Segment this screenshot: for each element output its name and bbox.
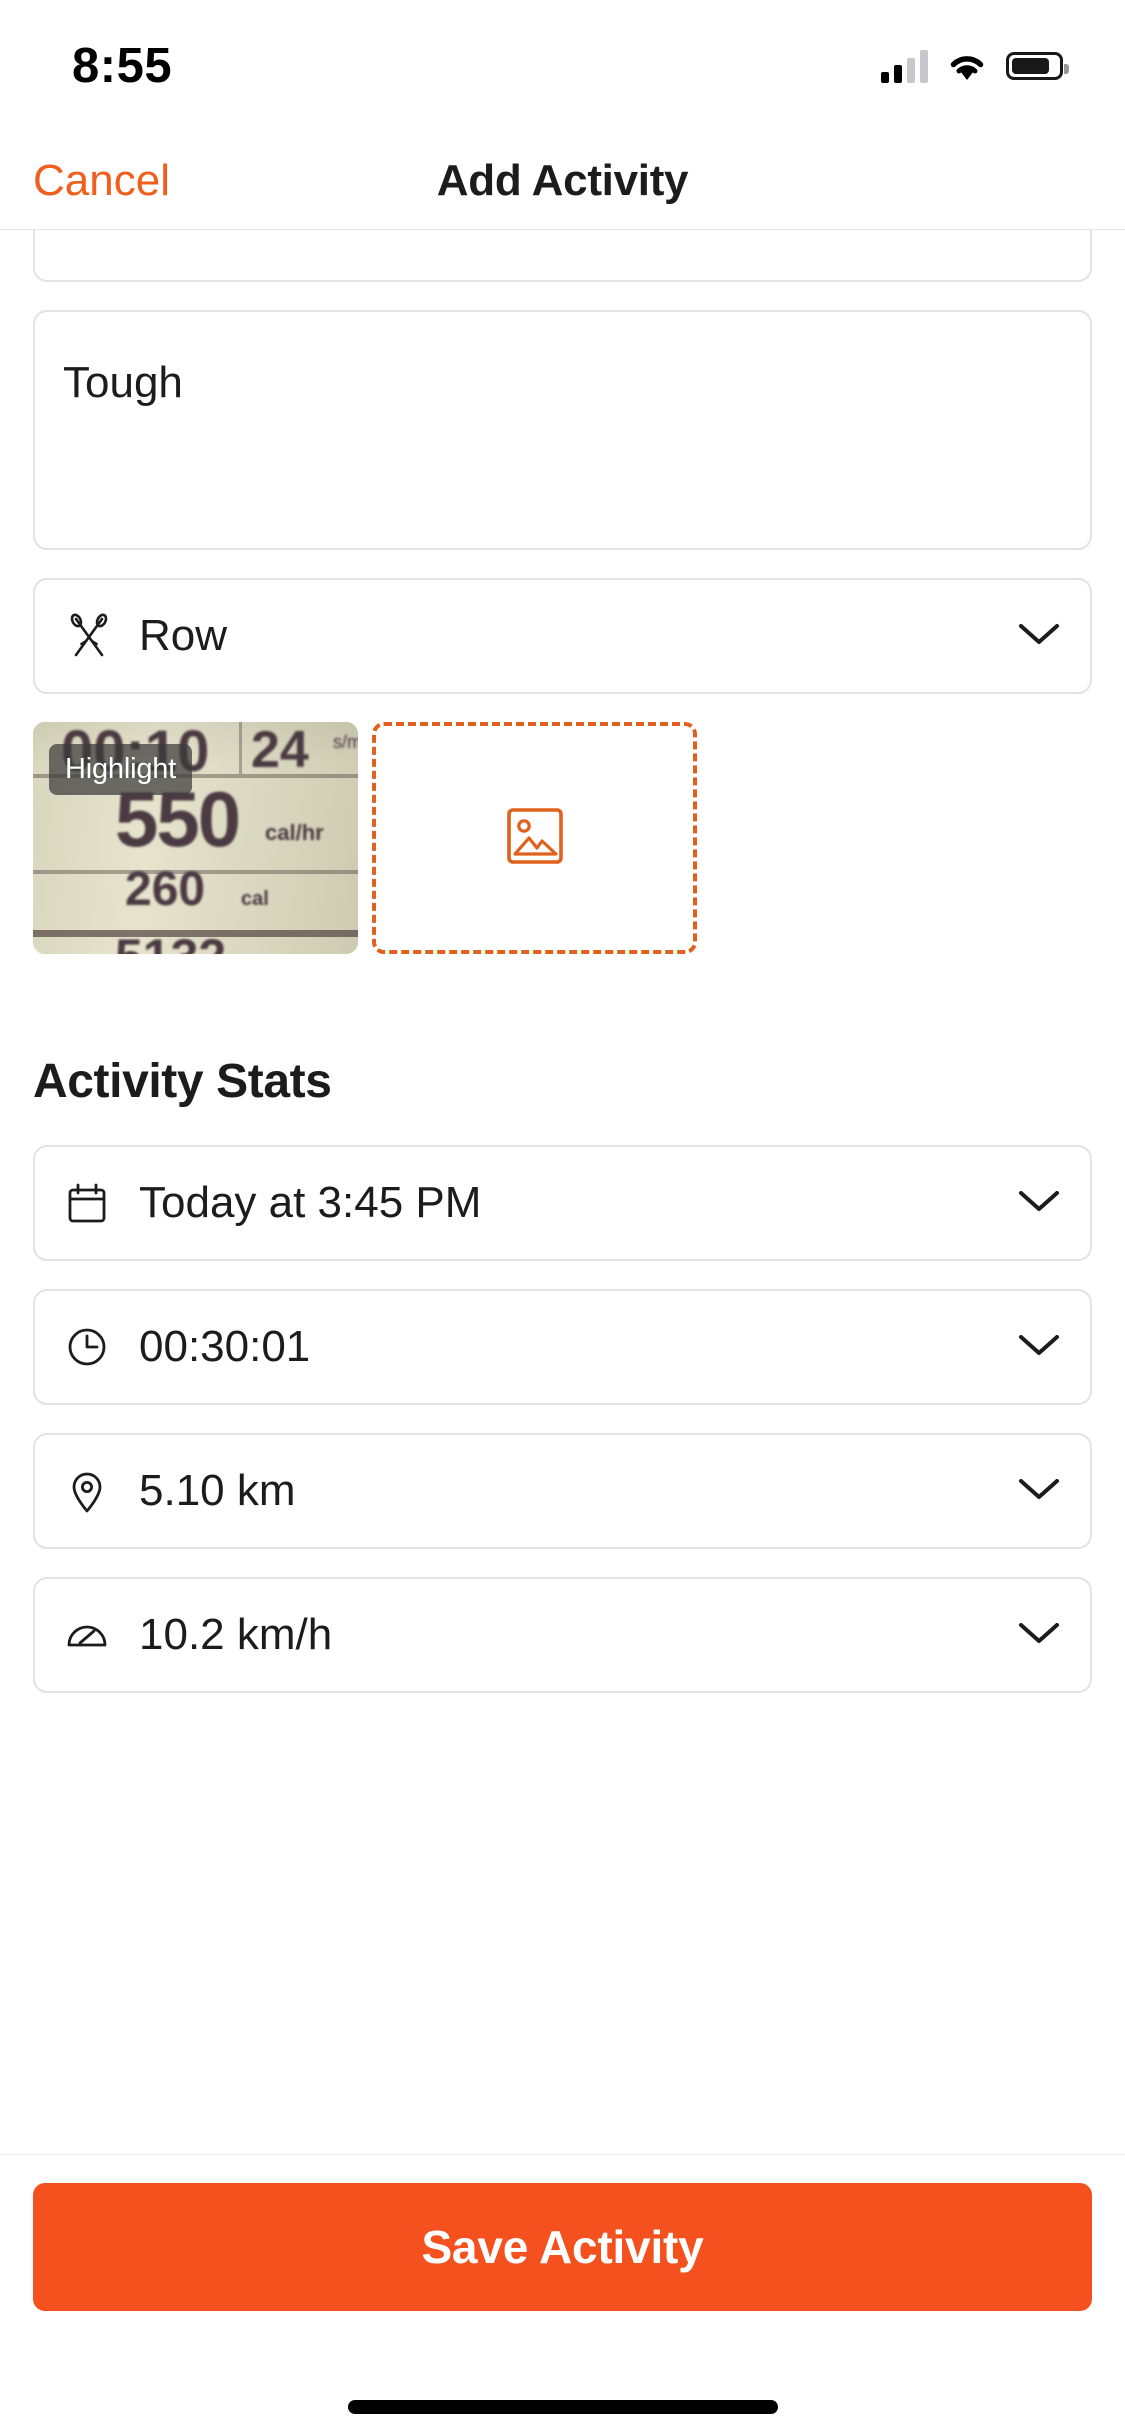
navigation-bar: Cancel Add Activity bbox=[0, 132, 1125, 230]
status-bar-indicators bbox=[881, 49, 1069, 83]
crossed-oars-icon bbox=[63, 610, 119, 662]
page-title: Add Activity bbox=[436, 155, 689, 205]
stat-value-date: Today at 3:45 PM bbox=[139, 1178, 482, 1227]
wifi-icon bbox=[946, 50, 988, 82]
stat-row-date[interactable]: Today at 3:45 PM bbox=[33, 1145, 1092, 1261]
activity-photo-thumbnail[interactable]: 00:10 24 s/m 550 cal/hr 260 cal 5132 Hig… bbox=[33, 722, 358, 954]
rower-cal: 260 bbox=[125, 863, 206, 916]
status-bar-time: 8:55 bbox=[72, 39, 173, 93]
add-photo-button[interactable] bbox=[372, 722, 697, 954]
highlight-badge: Highlight bbox=[49, 744, 193, 795]
activity-title-input[interactable]: Afternoon row bbox=[33, 230, 1092, 282]
cellular-signal-icon bbox=[881, 49, 928, 83]
stat-value-duration: 00:30:01 bbox=[139, 1322, 311, 1371]
activity-notes-value: Tough bbox=[63, 358, 183, 407]
chevron-down-icon[interactable] bbox=[1016, 619, 1062, 654]
chevron-down-icon[interactable] bbox=[1016, 1474, 1062, 1509]
activity-notes-input[interactable]: Tough bbox=[33, 310, 1092, 550]
rower-meters: 5132 bbox=[115, 928, 226, 954]
rower-spm: 24 bbox=[251, 722, 309, 779]
rower-spm-unit: s/m bbox=[333, 732, 358, 752]
chevron-down-icon[interactable] bbox=[1016, 1618, 1062, 1653]
cancel-button[interactable]: Cancel bbox=[33, 156, 170, 206]
activity-type-select[interactable]: Row bbox=[33, 578, 1092, 694]
save-activity-button[interactable]: Save Activity bbox=[33, 2183, 1092, 2311]
chevron-down-icon[interactable] bbox=[1016, 1330, 1062, 1365]
speedometer-icon bbox=[63, 1611, 119, 1659]
activity-stats-heading: Activity Stats bbox=[33, 1055, 332, 1108]
stat-value-pace: 10.2 km/h bbox=[139, 1610, 333, 1659]
stat-row-pace[interactable]: 10.2 km/h bbox=[33, 1577, 1092, 1693]
battery-icon bbox=[1006, 52, 1069, 80]
stat-value-distance: 5.10 km bbox=[139, 1466, 296, 1515]
location-pin-icon bbox=[63, 1467, 119, 1515]
footer-bar: Save Activity bbox=[0, 2154, 1125, 2436]
stat-row-distance[interactable]: 5.10 km bbox=[33, 1433, 1092, 1549]
clock-icon bbox=[63, 1323, 119, 1371]
activity-type-label: Row bbox=[139, 611, 228, 660]
form-scroll-area[interactable]: Afternoon row Tough bbox=[0, 230, 1125, 2154]
media-row: 00:10 24 s/m 550 cal/hr 260 cal 5132 Hig… bbox=[33, 722, 1092, 954]
rower-calhr-unit: cal/hr bbox=[265, 820, 324, 845]
home-indicator bbox=[347, 2400, 778, 2414]
status-bar: 8:55 bbox=[0, 0, 1125, 132]
stat-row-duration[interactable]: 00:30:01 bbox=[33, 1289, 1092, 1405]
rower-cal-unit: cal bbox=[241, 888, 269, 910]
calendar-icon bbox=[63, 1179, 119, 1227]
image-placeholder-icon bbox=[504, 805, 566, 872]
app-screen: 8:55 Cancel Add Activity Tough Row 24 s/… bbox=[0, 0, 1125, 2436]
chevron-down-icon[interactable] bbox=[1016, 1186, 1062, 1221]
